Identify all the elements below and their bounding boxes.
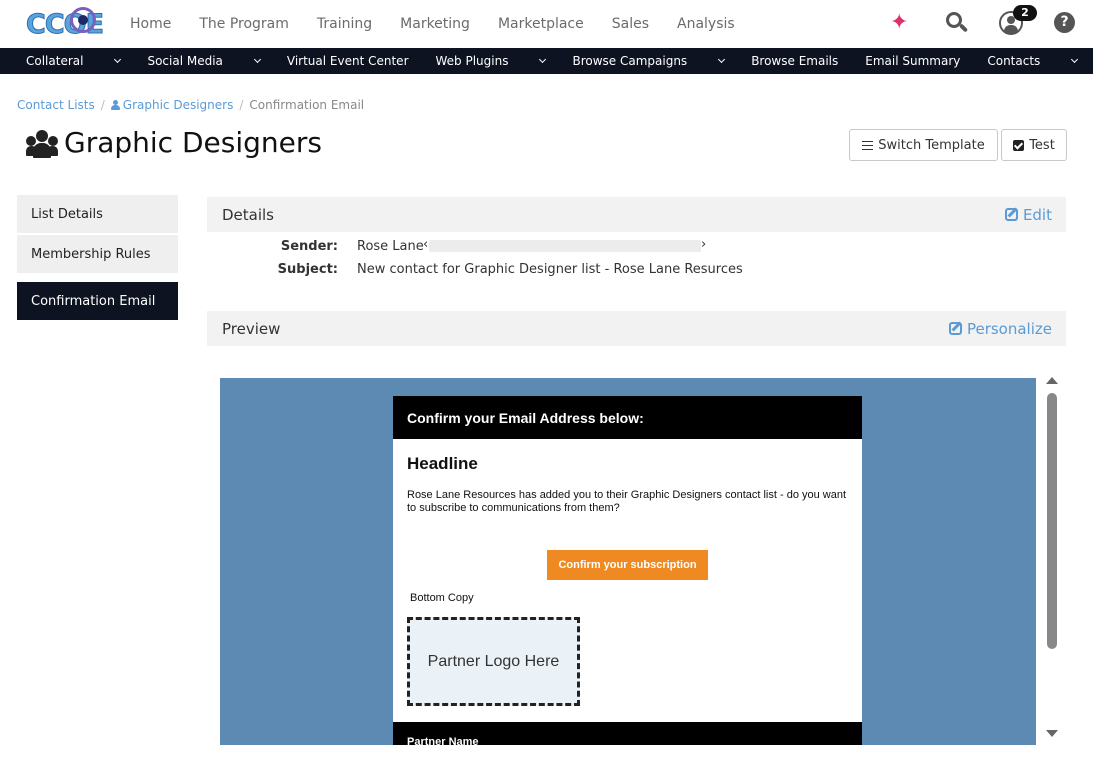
sparkle-icon[interactable]: ✦: [890, 10, 908, 35]
breadcrumb-separator: /: [100, 98, 105, 112]
test-button[interactable]: Test: [1001, 129, 1067, 161]
preview-heading: Preview: [222, 319, 281, 338]
nav-marketplace[interactable]: Marketplace: [498, 16, 584, 32]
scrollbar-thumb[interactable]: [1047, 393, 1057, 649]
preview-header: Preview Personalize: [207, 311, 1066, 346]
subnav-contacts[interactable]: Contacts: [987, 54, 1079, 68]
sliders-icon: [862, 140, 874, 150]
top-icons: ✦ 2 ?: [873, 0, 1093, 48]
users-group-icon: [26, 130, 58, 158]
edit-icon: [1004, 208, 1018, 221]
breadcrumb: Contact Lists / Graphic Designers / Confirma…: [17, 98, 364, 112]
sender-email-redacted: [429, 240, 701, 252]
sidebar-item-confirmation-email[interactable]: Confirmation Email: [17, 282, 178, 320]
email-header: Confirm your Email Address below:: [393, 396, 862, 439]
sender-email-open: ‹: [423, 237, 429, 252]
subnav-collateral[interactable]: Collateral: [26, 54, 122, 68]
email-bottom-copy: Bottom Copy: [410, 592, 474, 604]
nav-training[interactable]: Training: [317, 16, 372, 32]
checkbox-icon: [1013, 139, 1025, 151]
chevron-down-icon: [1071, 55, 1079, 64]
partner-logo-placeholder: Partner Logo Here: [407, 617, 580, 706]
subnav-web-plugins[interactable]: Web Plugins: [436, 54, 547, 68]
sender-email-close: ›: [701, 237, 707, 252]
partner-name: Partner Name: [407, 736, 479, 745]
breadcrumb-contact-lists[interactable]: Contact Lists: [17, 98, 95, 112]
edit-link[interactable]: Edit: [1004, 197, 1052, 232]
nav-the-program[interactable]: The Program: [199, 16, 289, 32]
email-preview-frame[interactable]: Confirm your Email Address below: Headli…: [220, 378, 1036, 745]
test-label: Test: [1029, 137, 1055, 153]
subnav-browse-emails[interactable]: Browse Emails: [751, 54, 838, 68]
subject-value: New contact for Graphic Designer list - …: [357, 262, 743, 277]
chevron-down-icon: [539, 55, 547, 64]
top-menu: Home The Program Training Marketing Mark…: [130, 0, 763, 48]
email-template: Confirm your Email Address below: Headli…: [393, 396, 862, 745]
chevron-down-icon: [718, 55, 726, 64]
nav-marketing[interactable]: Marketing: [400, 16, 470, 32]
scroll-up-arrow[interactable]: [1046, 377, 1058, 384]
search-icon[interactable]: [945, 12, 969, 34]
top-navigation: CCOE Home The Program Training Marketing…: [0, 0, 1093, 48]
email-headline: Headline: [407, 454, 478, 473]
sidebar-item-membership-rules[interactable]: Membership Rules: [17, 235, 178, 273]
edit-label: Edit: [1022, 205, 1052, 224]
switch-template-button[interactable]: Switch Template: [849, 129, 998, 161]
nav-analysis[interactable]: Analysis: [677, 16, 735, 32]
help-icon[interactable]: ?: [1054, 12, 1075, 33]
subnav-email-summary[interactable]: Email Summary: [865, 54, 960, 68]
sidebar-item-list-details[interactable]: List Details: [17, 195, 178, 233]
subject-label: Subject:: [277, 262, 338, 277]
nav-sales[interactable]: Sales: [612, 16, 649, 32]
switch-template-label: Switch Template: [878, 137, 985, 153]
edit-icon: [948, 322, 962, 335]
notification-badge: 2: [1013, 5, 1037, 21]
personalize-link[interactable]: Personalize: [948, 311, 1052, 346]
details-header: Details Edit: [207, 197, 1066, 232]
secondary-navigation: Collateral Social Media Virtual Event Ce…: [0, 48, 1093, 74]
email-body-text: Rose Lane Resources has added you to the…: [407, 489, 847, 514]
email-footer: Partner Name: [393, 722, 862, 745]
subnav-social-media[interactable]: Social Media: [147, 54, 261, 68]
chevron-down-icon: [114, 55, 122, 64]
sender-value: Rose Lane: [357, 239, 424, 254]
confirm-subscription-button[interactable]: Confirm your subscription: [547, 550, 708, 580]
sender-label: Sender:: [280, 239, 338, 254]
breadcrumb-separator: /: [239, 98, 244, 112]
user-icon: [110, 100, 120, 110]
breadcrumb-graphic-designers[interactable]: Graphic Designers: [110, 98, 233, 112]
subnav-browse-campaigns[interactable]: Browse Campaigns: [572, 54, 726, 68]
nav-home[interactable]: Home: [130, 16, 171, 32]
subnav-virtual-event-center[interactable]: Virtual Event Center: [287, 54, 409, 68]
scroll-down-arrow[interactable]: [1046, 730, 1058, 737]
details-heading: Details: [222, 205, 275, 224]
page-title: Graphic Designers: [64, 126, 322, 159]
breadcrumb-current: Confirmation Email: [249, 98, 365, 112]
logo-dot-icon: [78, 15, 88, 25]
personalize-label: Personalize: [966, 319, 1052, 338]
ccoe-logo[interactable]: CCOE: [25, 5, 105, 43]
chevron-down-icon: [253, 55, 261, 64]
